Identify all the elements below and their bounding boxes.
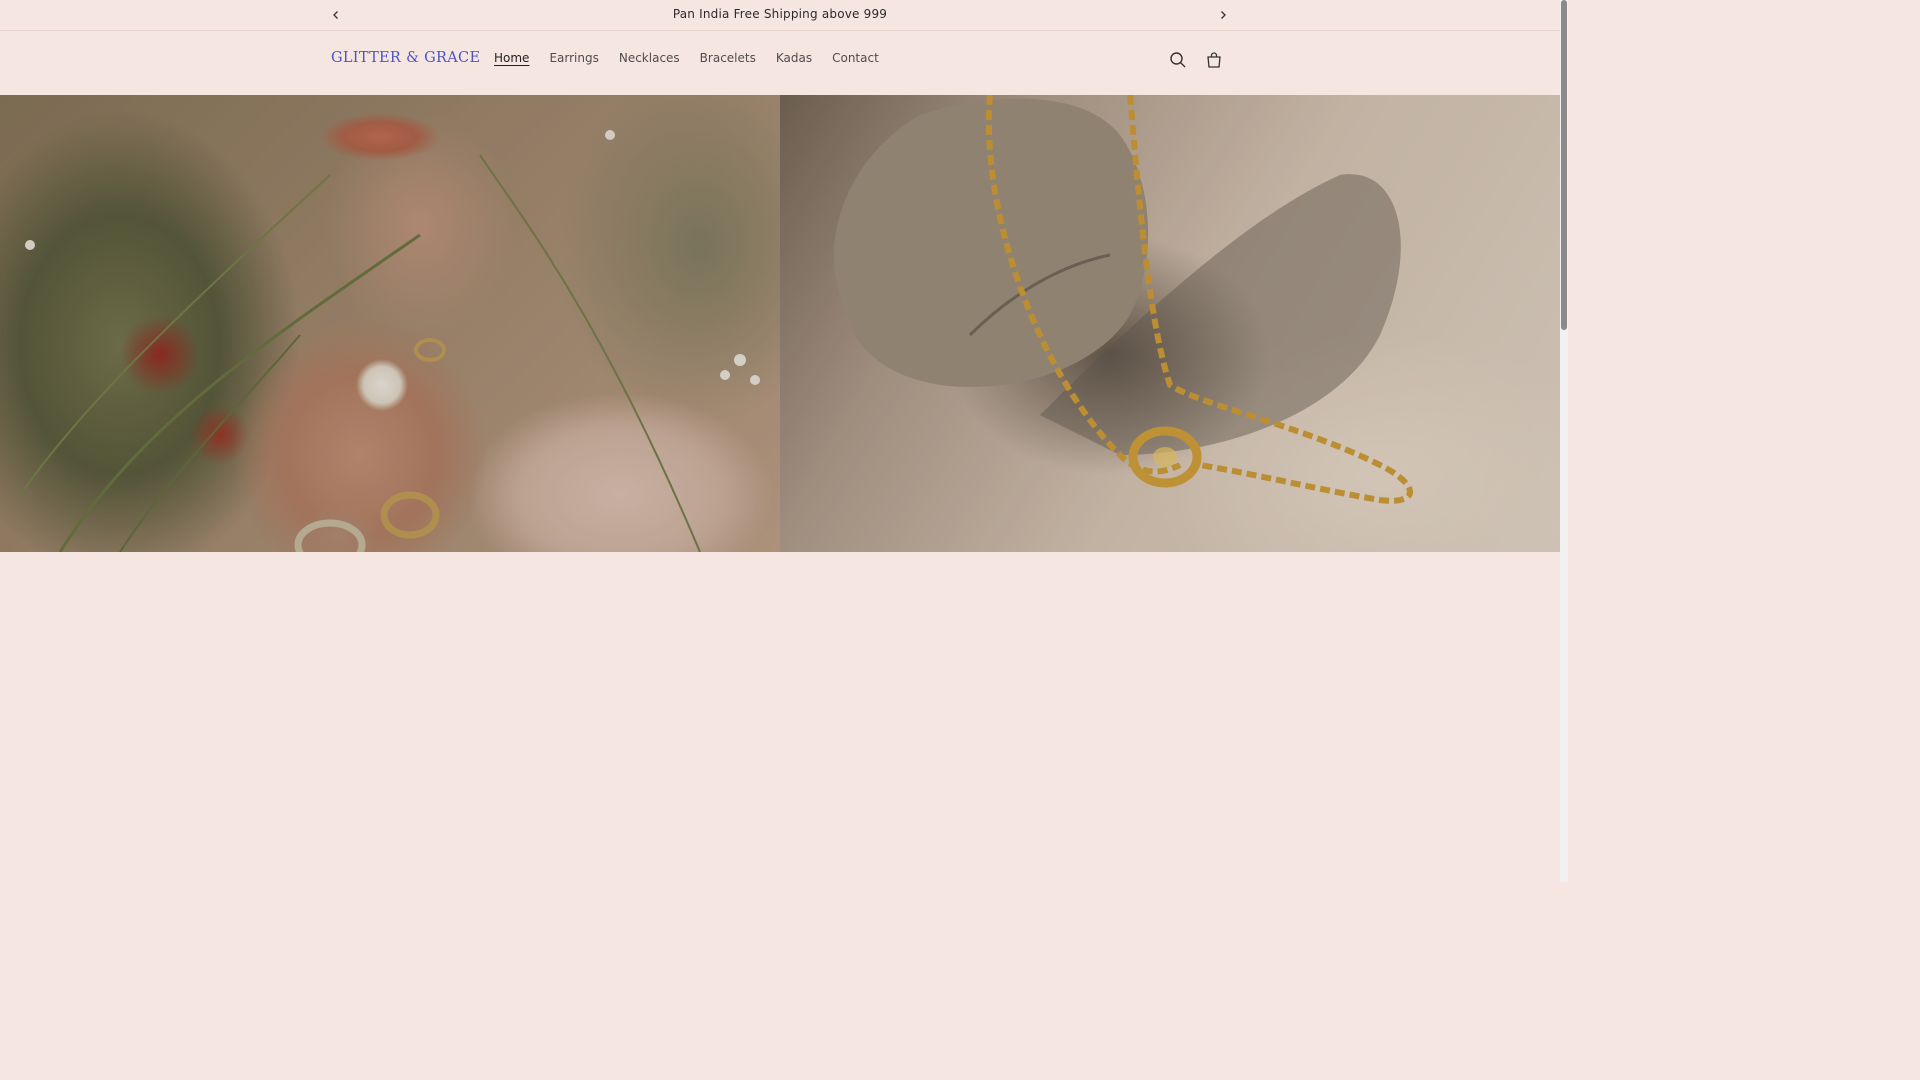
model-with-rings-and-flowers-image[interactable] — [0, 95, 780, 552]
nav-item-kadas[interactable]: Kadas — [766, 51, 822, 65]
announcement-bar: Pan India Free Shipping above 999 — [0, 0, 1560, 31]
nav-item-necklaces[interactable]: Necklaces — [609, 51, 690, 65]
announcement-next-button[interactable] — [1214, 6, 1232, 24]
gold-chain-necklace-on-stone-image[interactable] — [780, 95, 1560, 552]
search-icon — [1170, 52, 1186, 68]
scrollbar-thumb[interactable] — [1561, 0, 1567, 330]
cart-icon — [1207, 52, 1221, 68]
main-nav: Home Earrings Necklaces Bracelets Kadas … — [484, 51, 889, 65]
nav-item-earrings[interactable]: Earrings — [539, 51, 608, 65]
hero-banner — [0, 95, 1560, 552]
announcement-text: Pan India Free Shipping above 999 — [672, 7, 888, 21]
nav-item-contact[interactable]: Contact — [822, 51, 889, 65]
image-overlay — [780, 95, 1560, 552]
search-button[interactable] — [1167, 49, 1189, 71]
nav-item-home[interactable]: Home — [484, 51, 539, 65]
chevron-right-icon — [1221, 11, 1226, 19]
nav-item-bracelets[interactable]: Bracelets — [690, 51, 766, 65]
site-header: GLITTER & GRACE Home Earrings Necklaces … — [0, 31, 1560, 95]
cart-button[interactable] — [1203, 49, 1225, 71]
site-logo[interactable]: GLITTER & GRACE — [331, 50, 480, 66]
page-scrollbar[interactable] — [1560, 0, 1568, 882]
image-overlay — [0, 95, 780, 552]
